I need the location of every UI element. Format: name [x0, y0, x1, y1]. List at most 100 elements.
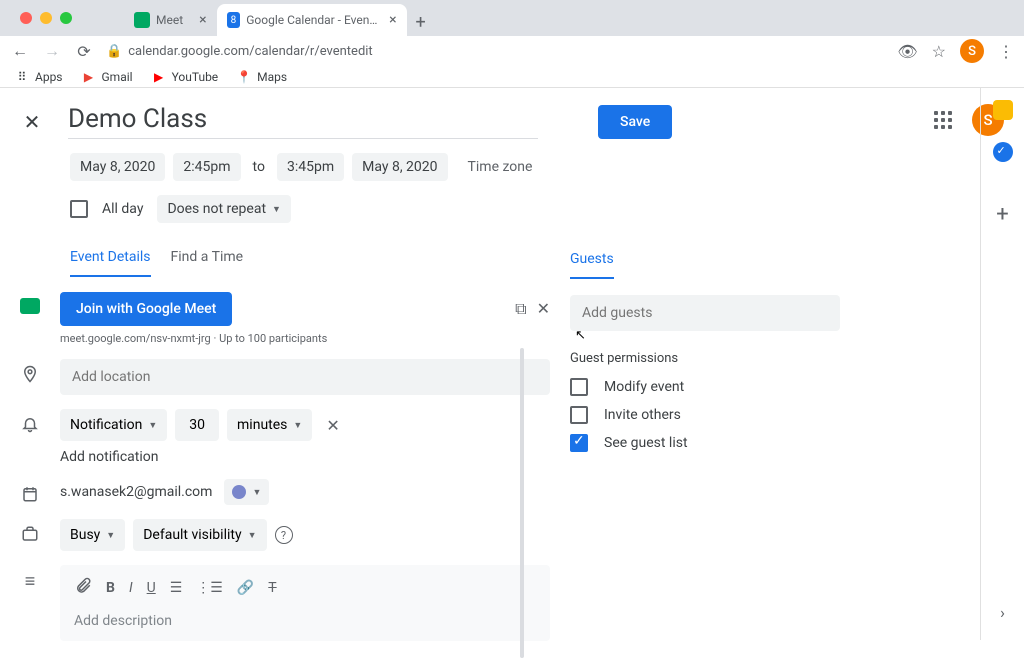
- to-label: to: [249, 159, 269, 175]
- start-time-chip[interactable]: 2:45pm: [173, 153, 240, 181]
- add-notification-link[interactable]: Add notification: [60, 449, 550, 465]
- italic-icon[interactable]: I: [129, 580, 133, 596]
- event-editor: ✕ Demo Class Save S May 8, 2020 2:45pm t…: [0, 88, 1024, 640]
- calendar-owner-label: s.wanasek2@gmail.com: [60, 484, 212, 500]
- copy-link-icon[interactable]: ⧉: [515, 299, 526, 319]
- clear-format-icon[interactable]: T: [268, 580, 276, 596]
- calendar-favicon-icon: 8: [227, 12, 241, 28]
- bulleted-list-icon[interactable]: ⋮☰: [196, 580, 223, 596]
- forward-button[interactable]: →: [42, 41, 62, 61]
- collapse-panel-icon[interactable]: ›: [1000, 603, 1005, 622]
- add-guests-input[interactable]: [570, 295, 840, 331]
- meet-icon: [20, 292, 40, 314]
- remove-meet-icon[interactable]: ✕: [537, 299, 550, 319]
- color-dot-icon: [232, 485, 246, 499]
- google-apps-button[interactable]: [934, 111, 952, 129]
- scrollbar[interactable]: [520, 348, 524, 658]
- description-toolbar: B I U ☰ ⋮☰ 🔗 T: [68, 573, 542, 609]
- reload-button[interactable]: ⟳: [74, 42, 94, 61]
- caret-down-icon: ▼: [248, 530, 257, 541]
- location-icon: [20, 359, 40, 383]
- event-color-dropdown[interactable]: ▼: [224, 479, 269, 505]
- url-text: calendar.google.com/calendar/r/eventedit: [128, 44, 373, 59]
- join-meet-button[interactable]: Join with Google Meet: [60, 292, 232, 326]
- timezone-link[interactable]: Time zone: [468, 159, 533, 175]
- bookmarks-bar: ⠿Apps ▶Gmail ▶YouTube 📍Maps: [0, 66, 1024, 88]
- caret-down-icon: ▼: [252, 487, 261, 498]
- youtube-icon: ▶: [151, 69, 167, 85]
- tab-find-a-time[interactable]: Find a Time: [171, 249, 244, 277]
- tab-guests[interactable]: Guests: [570, 251, 614, 279]
- maps-icon: 📍: [236, 69, 252, 85]
- notification-value-input[interactable]: 30: [175, 409, 219, 441]
- modify-event-checkbox[interactable]: [570, 378, 588, 396]
- keep-icon[interactable]: [993, 100, 1013, 120]
- end-time-chip[interactable]: 3:45pm: [277, 153, 344, 181]
- meet-favicon-icon: [134, 12, 150, 28]
- lock-icon: 🔒: [106, 44, 122, 59]
- modify-event-label: Modify event: [604, 379, 684, 395]
- start-date-chip[interactable]: May 8, 2020: [70, 153, 165, 181]
- tab-close-icon[interactable]: ×: [199, 12, 206, 28]
- window-controls: [8, 12, 84, 24]
- tab-close-icon[interactable]: ×: [389, 12, 396, 28]
- apps-icon: ⠿: [14, 69, 30, 85]
- add-addon-button[interactable]: +: [996, 202, 1008, 227]
- underline-icon[interactable]: U: [147, 580, 156, 596]
- caret-down-icon: ▼: [272, 204, 281, 215]
- maximize-window-icon[interactable]: [60, 12, 72, 24]
- end-date-chip[interactable]: May 8, 2020: [352, 153, 447, 181]
- repeat-dropdown[interactable]: Does not repeat▼: [157, 195, 291, 223]
- notification-icon: [20, 409, 40, 433]
- description-editor[interactable]: B I U ☰ ⋮☰ 🔗 T Add description: [60, 565, 550, 641]
- meet-subtext: meet.google.com/nsv-nxmt-jrg · Up to 100…: [60, 332, 550, 345]
- caret-down-icon: ▼: [293, 420, 302, 431]
- location-input[interactable]: [60, 359, 550, 395]
- new-tab-button[interactable]: +: [407, 8, 435, 36]
- profile-avatar[interactable]: S: [960, 39, 984, 63]
- bookmark-youtube[interactable]: ▶YouTube: [151, 69, 219, 85]
- description-icon: ≡: [20, 565, 40, 592]
- date-time-row: May 8, 2020 2:45pm to 3:45pm May 8, 2020…: [70, 153, 1004, 181]
- bookmark-apps[interactable]: ⠿Apps: [14, 69, 63, 85]
- back-button[interactable]: ←: [10, 41, 30, 61]
- invite-others-label: Invite others: [604, 407, 681, 423]
- menu-icon[interactable]: ⋮: [998, 42, 1014, 61]
- close-editor-button[interactable]: ✕: [20, 110, 44, 134]
- star-icon[interactable]: ☆: [932, 42, 946, 61]
- minimize-window-icon[interactable]: [40, 12, 52, 24]
- address-bar: ← → ⟳ 🔒 calendar.google.com/calendar/r/e…: [0, 36, 1024, 66]
- visibility-dropdown[interactable]: Default visibility▼: [133, 519, 266, 551]
- notification-type-dropdown[interactable]: Notification▼: [60, 409, 167, 441]
- invite-others-checkbox[interactable]: [570, 406, 588, 424]
- bookmark-maps[interactable]: 📍Maps: [236, 69, 287, 85]
- bold-icon[interactable]: B: [106, 580, 115, 596]
- browser-tab-meet[interactable]: Meet ×: [124, 4, 217, 36]
- close-window-icon[interactable]: [20, 12, 32, 24]
- browser-tab-calendar[interactable]: 8 Google Calendar - Event detai ×: [217, 4, 407, 36]
- link-icon[interactable]: 🔗: [237, 580, 254, 596]
- visibility-help-icon[interactable]: ?: [275, 526, 293, 544]
- availability-dropdown[interactable]: Busy▼: [60, 519, 125, 551]
- notification-unit-dropdown[interactable]: minutes▼: [227, 409, 312, 441]
- eye-icon[interactable]: 👁: [897, 42, 917, 61]
- guest-permissions-title: Guest permissions: [570, 351, 840, 366]
- bookmark-gmail[interactable]: ▶Gmail: [81, 69, 133, 85]
- tasks-icon[interactable]: [993, 142, 1013, 162]
- tab-title: Meet: [156, 13, 183, 27]
- tab-bar: Meet × 8 Google Calendar - Event detai ×…: [0, 0, 1024, 36]
- tab-event-details[interactable]: Event Details: [70, 249, 151, 277]
- remove-notification-icon[interactable]: ✕: [326, 416, 339, 435]
- tab-title: Google Calendar - Event detai: [246, 13, 379, 27]
- url-field[interactable]: 🔒 calendar.google.com/calendar/r/evented…: [106, 44, 885, 59]
- numbered-list-icon[interactable]: ☰: [170, 580, 183, 596]
- briefcase-icon: [20, 519, 40, 543]
- caret-down-icon: ▼: [148, 420, 157, 431]
- see-guest-list-checkbox[interactable]: [570, 434, 588, 452]
- attach-icon[interactable]: [74, 577, 92, 599]
- event-title-input[interactable]: Demo Class: [68, 104, 538, 139]
- allday-checkbox[interactable]: [70, 200, 88, 218]
- save-button[interactable]: Save: [598, 105, 672, 139]
- calendar-icon: [20, 479, 40, 503]
- gmail-icon: ▶: [81, 69, 97, 85]
